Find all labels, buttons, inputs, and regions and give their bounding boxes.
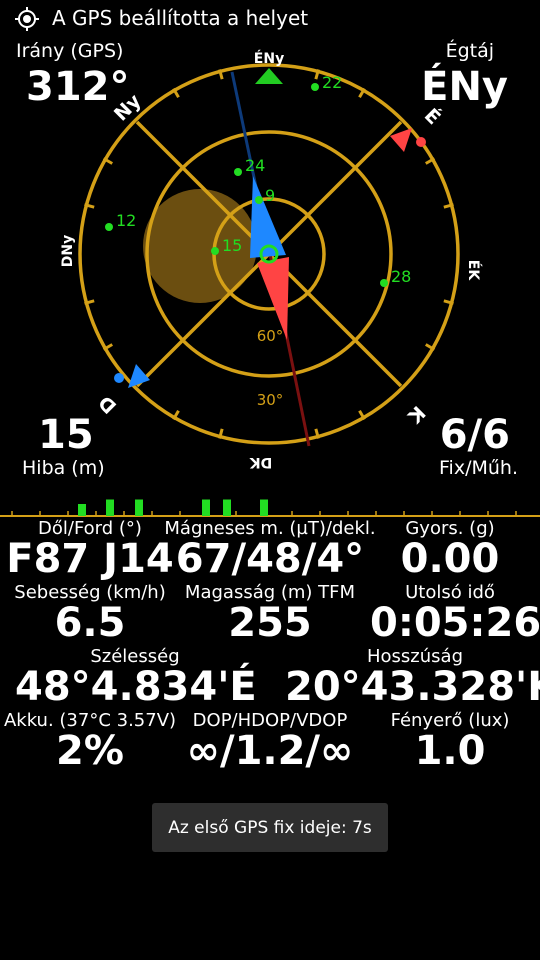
altitude-value: 255 [228, 600, 312, 646]
satellite-28: 28 [380, 267, 411, 287]
gps-crosshair-icon [15, 7, 39, 31]
signal-bar-15 [106, 499, 114, 516]
axis-dot-ne [416, 137, 426, 147]
fix-label: Fix/Műh. [439, 457, 518, 479]
status-bar: A GPS beállította a helyet [0, 0, 540, 38]
satellite-24: 24 [234, 156, 265, 176]
signal-bar-12 [78, 504, 86, 516]
status-text: A GPS beállította a helyet [52, 6, 309, 30]
direction-label: Égtáj [445, 40, 494, 62]
signal-bar-9 [260, 499, 268, 516]
satellite-label: 12 [116, 211, 136, 230]
toast-message: Az első GPS fix ideje: 7s [152, 803, 388, 852]
light-value: 1.0 [414, 728, 486, 774]
battery-value: 2% [56, 728, 124, 774]
satellite-label: 22 [322, 73, 342, 92]
cardinal-label-n: ÉNy [254, 50, 284, 67]
latitude-value: 48°4.834'É [15, 664, 257, 710]
cardinal-label-se: K [402, 401, 429, 428]
error-label: Hiba (m) [22, 457, 105, 479]
signal-bars [78, 499, 268, 516]
dop-value: ∞/1.2/∞ [186, 728, 354, 774]
cardinal-label-s: DK [249, 454, 273, 470]
magnetic-value: 67/48/4° [175, 536, 365, 582]
cardinal-label-w: DNy [60, 235, 76, 267]
north-marker-icon [255, 68, 283, 84]
accel-value: 0.00 [400, 536, 500, 582]
satellite-label: 28 [391, 267, 411, 286]
direction-value: ÉNy [421, 64, 508, 110]
satellite-label: 24 [245, 156, 265, 175]
last-time-value: 0:05:26 [370, 600, 540, 646]
signal-strength-chart [0, 499, 540, 517]
error-value: 15 [38, 412, 94, 458]
heading-value: 312° [26, 64, 130, 110]
signal-bar-24 [202, 499, 210, 516]
signal-bar-28 [223, 499, 231, 516]
cardinal-label-sw: D [94, 391, 121, 418]
heading-label: Irány (GPS) [16, 40, 124, 62]
satellite-12: 12 [105, 211, 136, 231]
ring-label-outer: 30° [257, 391, 284, 409]
satellite-label: 9 [265, 186, 275, 205]
longitude-value: 20°43.328'K [285, 664, 540, 710]
tilt-value: F87 J14 [6, 536, 174, 582]
signal-bar-22 [135, 499, 143, 516]
ring-label-inner: 60° [257, 327, 284, 345]
cardinal-label-e: ÉK [465, 260, 482, 282]
fix-value: 6/6 [439, 412, 510, 458]
speed-value: 6.5 [54, 600, 126, 646]
satellite-label: 15 [222, 236, 242, 255]
axis-dot-sw [114, 373, 124, 383]
